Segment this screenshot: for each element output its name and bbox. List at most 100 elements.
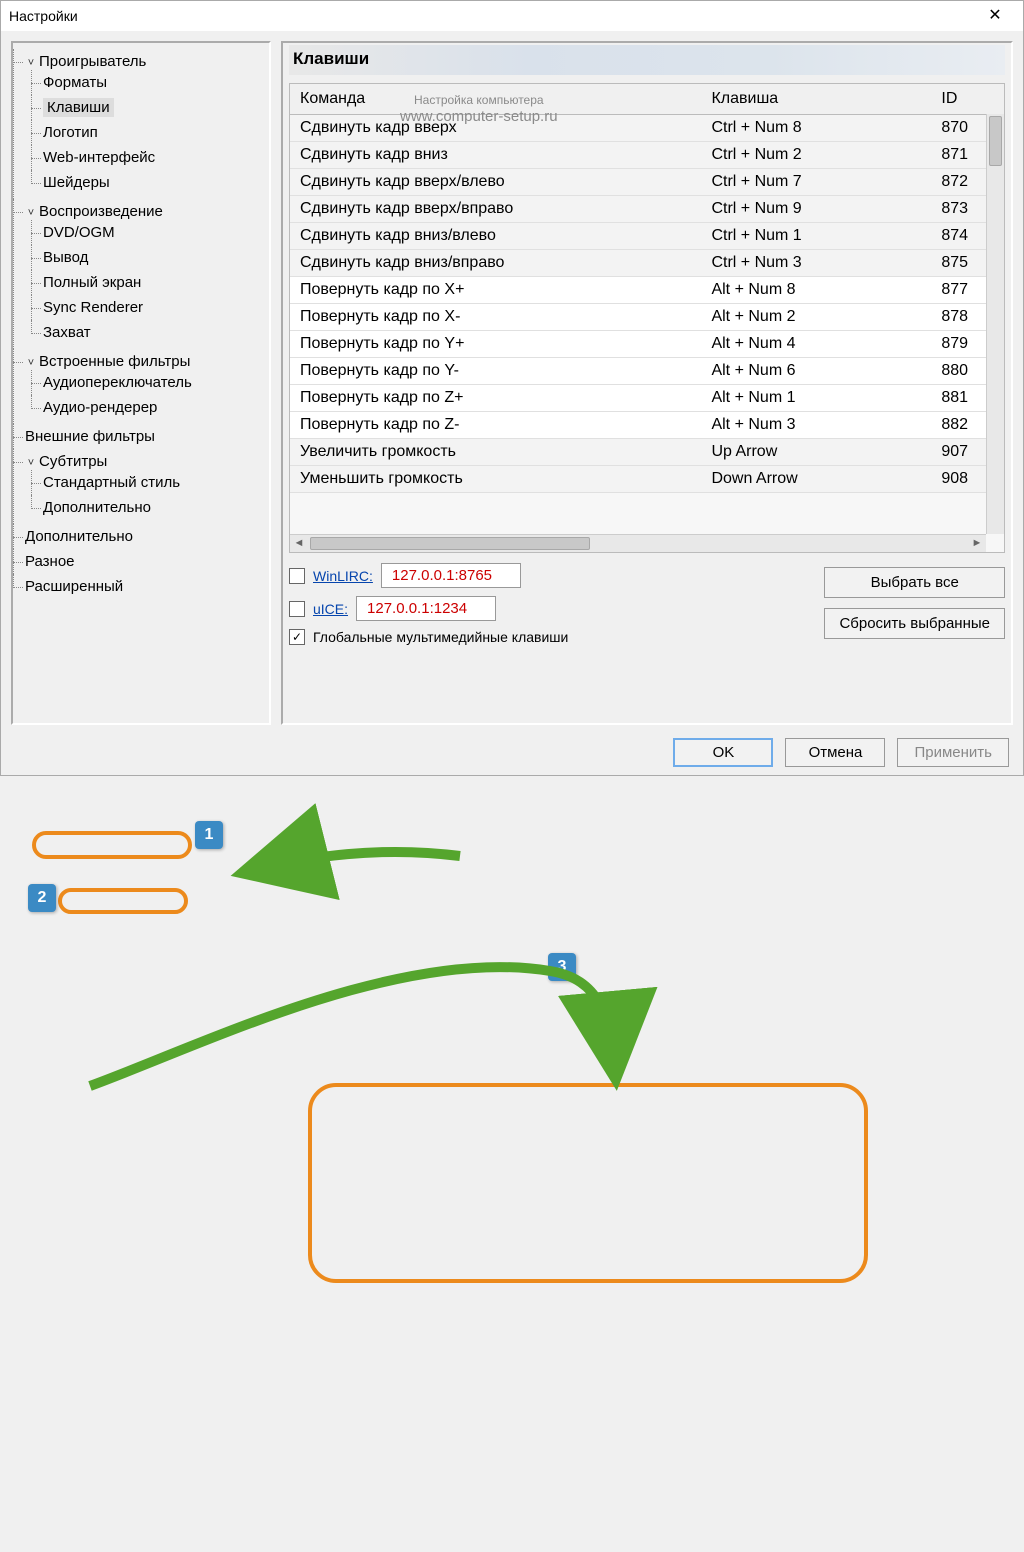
keys-panel: Клавиши Команда Клавиша ID Сдвинуть кадр…: [281, 41, 1013, 725]
cancel-button[interactable]: Отмена: [785, 738, 885, 767]
cell-cmd: Повернуть кадр по X+: [290, 276, 701, 303]
winlirc-link[interactable]: WinLIRC:: [313, 568, 373, 584]
annotation-box-3: [308, 1083, 868, 1283]
table-row[interactable]: Повернуть кадр по X-Alt + Num 2878: [290, 303, 1004, 330]
annotation-arrows: [0, 776, 1024, 1552]
annotation-badge-1: 1: [195, 821, 223, 849]
col-command[interactable]: Команда: [290, 84, 701, 114]
cell-key: Alt + Num 6: [701, 357, 931, 384]
uice-checkbox[interactable]: [289, 601, 305, 617]
cell-cmd: Сдвинуть кадр вниз/влево: [290, 222, 701, 249]
tree-misc[interactable]: Разное: [25, 553, 75, 570]
cell-cmd: Сдвинуть кадр вверх/влево: [290, 168, 701, 195]
table-row[interactable]: Повернуть кадр по Z-Alt + Num 3882: [290, 411, 1004, 438]
cell-cmd: Сдвинуть кадр вверх/вправо: [290, 195, 701, 222]
tree-audio-switcher[interactable]: Аудиопереключатель: [43, 374, 192, 391]
cell-cmd: Увеличить громкость: [290, 438, 701, 465]
cell-cmd: Повернуть кадр по Y+: [290, 330, 701, 357]
cell-key: Alt + Num 2: [701, 303, 931, 330]
cell-key: Alt + Num 8: [701, 276, 931, 303]
table-row[interactable]: Сдвинуть кадр внизCtrl + Num 2871: [290, 141, 1004, 168]
cell-key: Ctrl + Num 3: [701, 249, 931, 276]
horizontal-scrollbar[interactable]: ◄ ►: [290, 534, 986, 552]
table-row[interactable]: Сдвинуть кадр вниз/вправоCtrl + Num 3875: [290, 249, 1004, 276]
tree-sub-advanced[interactable]: Дополнительно: [43, 499, 151, 516]
keys-table[interactable]: Команда Клавиша ID Сдвинуть кадр вверхCt…: [290, 84, 1004, 493]
annotation-oval-1: [32, 831, 192, 859]
chevron-left-icon[interactable]: ◄: [290, 535, 308, 553]
tree-internal-filters[interactable]: Встроенные фильтры: [39, 353, 190, 370]
table-row[interactable]: Повернуть кадр по Z+Alt + Num 1881: [290, 384, 1004, 411]
table-row[interactable]: Сдвинуть кадр вверх/вправоCtrl + Num 987…: [290, 195, 1004, 222]
winlirc-input[interactable]: 127.0.0.1:8765: [381, 563, 521, 588]
table-row[interactable]: Сдвинуть кадр вверх/влевоCtrl + Num 7872: [290, 168, 1004, 195]
tree-playback[interactable]: Воспроизведение: [39, 203, 163, 220]
settings-tree[interactable]: ˅Проигрыватель Форматы Клавиши Логотип W…: [11, 41, 271, 725]
cell-cmd: Сдвинуть кадр вверх: [290, 114, 701, 141]
cell-key: Ctrl + Num 1: [701, 222, 931, 249]
tree-output[interactable]: Вывод: [43, 249, 88, 266]
table-row[interactable]: Повернуть кадр по Y+Alt + Num 4879: [290, 330, 1004, 357]
global-keys-label: Глобальные мультимедийные клавиши: [313, 629, 568, 645]
chevron-down-icon[interactable]: ˅: [25, 457, 37, 469]
chevron-right-icon[interactable]: ►: [968, 535, 986, 553]
uice-input[interactable]: 127.0.0.1:1234: [356, 596, 496, 621]
table-row[interactable]: Повернуть кадр по Y-Alt + Num 6880: [290, 357, 1004, 384]
cell-cmd: Уменьшить громкость: [290, 465, 701, 492]
global-keys-checkbox[interactable]: ✓: [289, 629, 305, 645]
tree-player[interactable]: Проигрыватель: [39, 53, 146, 70]
tree-default-style[interactable]: Стандартный стиль: [43, 474, 180, 491]
keys-table-container: Команда Клавиша ID Сдвинуть кадр вверхCt…: [289, 83, 1005, 553]
close-button[interactable]: ✕: [975, 2, 1015, 30]
tree-shaders[interactable]: Шейдеры: [43, 174, 110, 191]
dialog-footer: OK Отмена Применить: [1, 729, 1023, 775]
col-key[interactable]: Клавиша: [701, 84, 931, 114]
tree-audio-renderer[interactable]: Аудио-рендерер: [43, 399, 157, 416]
tree-fullscreen[interactable]: Полный экран: [43, 274, 141, 291]
annotation-badge-2: 2: [28, 884, 56, 912]
cell-key: Alt + Num 4: [701, 330, 931, 357]
reset-selected-button[interactable]: Сбросить выбранные: [824, 608, 1005, 639]
titlebar: Настройки ✕: [1, 1, 1023, 31]
cell-cmd: Сдвинуть кадр вниз/вправо: [290, 249, 701, 276]
ok-button[interactable]: OK: [673, 738, 773, 767]
window-title: Настройки: [9, 8, 975, 24]
annotation-badge-3: 3: [548, 953, 576, 981]
chevron-down-icon[interactable]: ˅: [25, 357, 37, 369]
apply-button[interactable]: Применить: [897, 738, 1009, 767]
cell-cmd: Сдвинуть кадр вниз: [290, 141, 701, 168]
uice-link[interactable]: uICE:: [313, 601, 348, 617]
cell-key: Alt + Num 1: [701, 384, 931, 411]
tree-logo[interactable]: Логотип: [43, 124, 98, 141]
tree-dvd[interactable]: DVD/OGM: [43, 224, 115, 241]
select-all-button[interactable]: Выбрать все: [824, 567, 1005, 598]
winlirc-checkbox[interactable]: [289, 568, 305, 584]
table-row[interactable]: Уменьшить громкостьDown Arrow908: [290, 465, 1004, 492]
cell-key: Ctrl + Num 2: [701, 141, 931, 168]
tree-sync[interactable]: Sync Renderer: [43, 299, 143, 316]
tree-web[interactable]: Web-интерфейс: [43, 149, 155, 166]
cell-key: Ctrl + Num 9: [701, 195, 931, 222]
chevron-down-icon[interactable]: ˅: [25, 207, 37, 219]
tree-external-filters[interactable]: Внешние фильтры: [25, 428, 155, 445]
table-row[interactable]: Увеличить громкостьUp Arrow907: [290, 438, 1004, 465]
table-row[interactable]: Сдвинуть кадр вниз/влевоCtrl + Num 1874: [290, 222, 1004, 249]
col-id[interactable]: ID: [931, 84, 1004, 114]
cell-key: Alt + Num 3: [701, 411, 931, 438]
chevron-down-icon[interactable]: ˅: [25, 57, 37, 69]
annotation-oval-2: [58, 888, 188, 914]
tree-capture[interactable]: Захват: [43, 324, 91, 341]
tree-extended[interactable]: Расширенный: [25, 578, 123, 595]
settings-window: Настройки ✕ ˅Проигрыватель Форматы Клави…: [0, 0, 1024, 776]
tree-formats[interactable]: Форматы: [43, 74, 107, 91]
vertical-scrollbar[interactable]: [986, 114, 1004, 534]
cell-key: Ctrl + Num 7: [701, 168, 931, 195]
cell-key: Up Arrow: [701, 438, 931, 465]
tree-subtitles[interactable]: Субтитры: [39, 453, 107, 470]
tree-advanced[interactable]: Дополнительно: [25, 528, 133, 545]
tree-keys[interactable]: Клавиши: [43, 98, 114, 117]
table-row[interactable]: Сдвинуть кадр вверхCtrl + Num 8870: [290, 114, 1004, 141]
table-row[interactable]: Повернуть кадр по X+Alt + Num 8877: [290, 276, 1004, 303]
cell-cmd: Повернуть кадр по X-: [290, 303, 701, 330]
cell-cmd: Повернуть кадр по Y-: [290, 357, 701, 384]
